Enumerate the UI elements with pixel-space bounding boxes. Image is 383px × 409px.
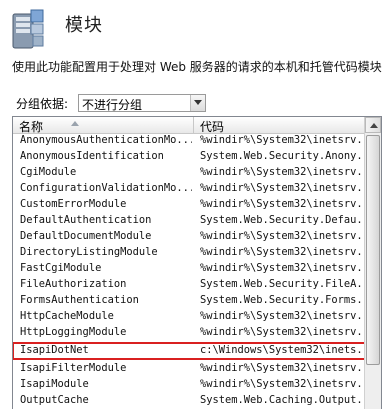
page-title: 模块 [65, 15, 103, 36]
table-row[interactable]: AnonymousAuthenticationMo... %windir%\Sys… [13, 133, 366, 149]
table-row[interactable]: FileAuthorization System.Web.Security.Fil… [13, 277, 366, 293]
module-name-cell: IsapiFilterModule [20, 362, 127, 374]
table-row[interactable]: HttpCacheModule %windir%\System32\inetsrv… [13, 309, 366, 325]
modules-list[interactable]: 名称 代码 AnonymousAuthenticationMo... %windi… [12, 116, 382, 409]
module-code-cell: %windir%\System32\inetsrv... [200, 198, 366, 210]
scrollbar-thumb[interactable] [366, 135, 380, 365]
module-name-cell: OutputCache [20, 394, 89, 406]
module-code-cell: %windir%\System32\inetsrv... [200, 246, 366, 258]
vertical-scrollbar[interactable] [364, 117, 381, 409]
module-code-cell: %windir%\System32\inetsrv... [200, 134, 366, 146]
table-row[interactable]: OutputCache System.Web.Caching.Output... [13, 393, 366, 409]
module-name-cell: HttpLoggingModule [20, 326, 127, 338]
module-code-cell: %windir%\System32\inetsrv... [200, 310, 366, 322]
column-header-code[interactable]: 代码 [194, 117, 365, 134]
module-code-cell: %windir%\System32\inetsrv... [200, 262, 366, 274]
module-name-cell: DefaultAuthentication [20, 214, 152, 226]
table-row[interactable]: DefaultDocumentModule %windir%\System32\i… [13, 229, 366, 245]
module-code-cell: System.Web.Security.Anony... [200, 150, 366, 162]
table-row[interactable]: DirectoryListingModule %windir%\System32\… [13, 245, 366, 261]
module-code-cell: System.Web.Security.FileA... [200, 278, 366, 290]
table-row[interactable]: HttpLoggingModule %windir%\System32\inets… [13, 325, 366, 341]
page-header: 模块 [0, 0, 383, 52]
module-name-cell: DirectoryListingModule [20, 246, 158, 258]
table-row[interactable]: CustomErrorModule %windir%\System32\inets… [13, 197, 366, 213]
table-row[interactable]: AnonymousIdentification System.Web.Securi… [13, 149, 366, 165]
module-name-cell: IsapiModule [20, 378, 89, 390]
modules-rows: AnonymousAuthenticationMo... %windir%\Sys… [13, 133, 366, 409]
module-code-cell: c:\Windows\System32\inets... [200, 344, 366, 356]
group-by-select[interactable]: 不进行分组 [78, 94, 206, 112]
module-name-cell: FastCgiModule [20, 262, 102, 274]
table-row[interactable]: IsapiFilterModule %windir%\System32\inets… [13, 361, 366, 377]
scroll-up-button[interactable] [365, 117, 381, 133]
page-description: 使用此功能配置用于处理对 Web 服务器的请求的本机和托管代码模块 [12, 60, 382, 74]
module-name-cell: CustomErrorModule [20, 198, 127, 210]
module-code-cell: %windir%\System32\inetsrv... [200, 166, 366, 178]
group-by-value: 不进行分组 [82, 98, 143, 112]
table-row[interactable]: FormsAuthentication System.Web.Security.F… [13, 293, 366, 309]
module-name-cell: AnonymousAuthenticationMo... [20, 134, 192, 146]
table-row[interactable]: FastCgiModule %windir%\System32\inetsrv..… [13, 261, 366, 277]
module-name-cell: ConfigurationValidationMo... [20, 182, 192, 194]
chevron-down-icon[interactable] [190, 95, 205, 111]
sort-ascending-icon [71, 121, 79, 126]
module-code-cell: System.Web.Security.Defau... [200, 214, 366, 226]
module-name-cell: CgiModule [20, 166, 77, 178]
module-code-cell: %windir%\System32\inetsrv... [200, 230, 366, 242]
table-row[interactable]: IsapiModule %windir%\System32\inetsrv... [13, 377, 366, 393]
module-name-cell: HttpCacheModule [20, 310, 114, 322]
module-code-cell: %windir%\System32\inetsrv... [200, 326, 366, 338]
server-modules-icon [11, 8, 45, 50]
module-name-cell: IsapiDotNet [20, 344, 89, 356]
table-row[interactable]: DefaultAuthentication System.Web.Security… [13, 213, 366, 229]
chevron-up-icon [370, 123, 378, 128]
module-code-cell: System.Web.Security.Forms... [200, 294, 366, 306]
table-row-selected[interactable]: IsapiDotNet c:\Windows\System32\inets... [13, 342, 366, 360]
table-row[interactable]: CgiModule %windir%\System32\inetsrv... [13, 165, 366, 181]
module-name-cell: AnonymousIdentification [20, 150, 164, 162]
column-header-row: 名称 代码 [13, 117, 365, 134]
module-name-cell: FileAuthorization [20, 278, 127, 290]
module-code-cell: %windir%\System32\inetsrv... [200, 378, 366, 390]
group-by-label: 分组依据: [16, 97, 69, 111]
module-code-cell: %windir%\System32\inetsrv... [200, 362, 366, 374]
module-code-cell: System.Web.Caching.Output... [200, 394, 366, 406]
module-code-cell: %windir%\System32\inetsrv... [200, 182, 366, 194]
column-header-name[interactable]: 名称 [13, 117, 194, 134]
module-name-cell: DefaultDocumentModule [20, 230, 152, 242]
table-row[interactable]: ConfigurationValidationMo... %windir%\Sys… [13, 181, 366, 197]
module-name-cell: FormsAuthentication [20, 294, 139, 306]
